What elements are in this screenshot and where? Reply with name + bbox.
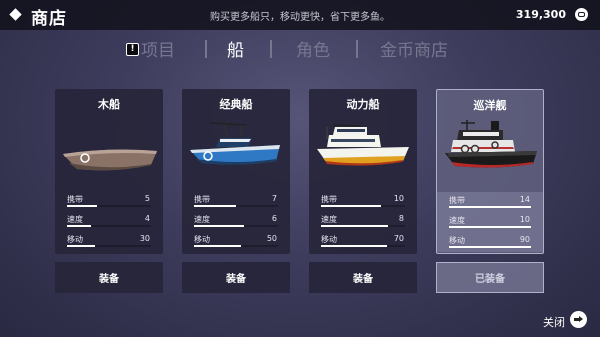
- stat-row-speed: 速度 8: [309, 211, 417, 231]
- stat-value: 50: [266, 234, 277, 243]
- stat-value: 30: [139, 234, 150, 243]
- tab-boats[interactable]: 船: [227, 36, 244, 61]
- stat-bar: [67, 245, 151, 247]
- stat-label: 移动: [321, 235, 337, 244]
- stat-value: 7: [271, 194, 277, 203]
- boat-stats: 携带 5 速度 4 移动 30: [55, 191, 163, 251]
- stat-value: 90: [519, 235, 530, 244]
- shop-subtitle: 购买更多船只，移动更快，省下更多鱼。: [210, 12, 390, 23]
- stat-bar-fill: [321, 205, 381, 207]
- top-bar: 商店 购买更多船只，移动更快，省下更多鱼。 319,300: [0, 0, 600, 30]
- power-boat-image: [317, 124, 409, 166]
- stat-row-carry: 携带 14: [437, 192, 543, 212]
- stat-bar: [321, 205, 405, 207]
- stat-bar: [449, 206, 531, 208]
- stat-bar: [67, 225, 151, 227]
- stat-row-speed: 速度 10: [437, 212, 543, 232]
- equipped-button[interactable]: 已装备: [436, 262, 544, 293]
- tab-items[interactable]: 项目: [141, 36, 175, 61]
- wooden-boat-image: [63, 149, 157, 171]
- boat-card-classic[interactable]: 经典船 携带 7 速度 6 移动 50: [182, 89, 290, 254]
- stat-bar-fill: [194, 205, 236, 207]
- stat-label: 速度: [194, 215, 210, 224]
- boat-name: 巡洋舰: [473, 99, 507, 112]
- stat-bar: [321, 225, 405, 227]
- stat-bar: [194, 245, 278, 247]
- stat-value: 14: [519, 195, 530, 204]
- stat-label: 携带: [194, 195, 210, 204]
- stat-bar-fill: [449, 246, 531, 248]
- stat-row-move: 移动 70: [309, 231, 417, 251]
- boat-name: 木船: [98, 98, 120, 111]
- boat-stats: 携带 10 速度 8 移动 70: [309, 191, 417, 251]
- stat-bar-fill: [321, 225, 389, 227]
- stat-bar: [449, 246, 531, 248]
- stat-label: 速度: [449, 216, 465, 225]
- boat-card-wooden[interactable]: 木船 携带 5 速度 4 移动 30: [55, 89, 163, 254]
- stat-label: 移动: [67, 235, 83, 244]
- stat-label: 移动: [449, 236, 465, 245]
- tab-divider: [356, 40, 358, 58]
- stat-value: 70: [393, 234, 404, 243]
- stat-bar: [194, 225, 278, 227]
- stat-row-speed: 速度 4: [55, 211, 163, 231]
- stat-row-move: 移动 50: [182, 231, 290, 251]
- stat-bar: [67, 205, 151, 207]
- coin-balance: 319,300: [515, 8, 566, 21]
- stat-label: 携带: [449, 196, 465, 205]
- stat-bar-fill: [67, 205, 98, 207]
- alert-badge-icon: !: [126, 43, 139, 56]
- stat-label: 速度: [67, 215, 83, 224]
- stat-bar-fill: [194, 225, 245, 227]
- equip-button[interactable]: 装备: [309, 262, 417, 293]
- stat-row-carry: 携带 7: [182, 191, 290, 211]
- boat-name: 经典船: [219, 98, 253, 111]
- stat-bar-fill: [67, 245, 95, 247]
- stat-label: 携带: [321, 195, 337, 204]
- stat-bar: [449, 226, 531, 228]
- stat-bar-fill: [194, 245, 242, 247]
- stat-value: 4: [144, 214, 150, 223]
- stat-label: 速度: [321, 215, 337, 224]
- stat-bar-fill: [449, 206, 531, 208]
- stat-row-move: 移动 90: [437, 232, 543, 252]
- boat-card-power[interactable]: 动力船 携带 10 速度 8 移动 70: [309, 89, 417, 254]
- shop-tabs: ! 项目 船 角色 金币商店: [0, 34, 600, 64]
- stat-bar: [194, 205, 278, 207]
- boat-card-cruiser[interactable]: 巡洋舰 携带 14 速度 10 移动 90: [436, 89, 544, 254]
- tab-divider: [270, 40, 272, 58]
- stat-row-move: 移动 30: [55, 231, 163, 251]
- boat-stats: 携带 7 速度 6 移动 50: [182, 191, 290, 251]
- equip-button[interactable]: 装备: [182, 262, 290, 293]
- stat-bar-fill: [321, 245, 387, 247]
- stat-row-speed: 速度 6: [182, 211, 290, 231]
- stat-row-carry: 携带 5: [55, 191, 163, 211]
- tab-coin-shop[interactable]: 金币商店: [380, 36, 448, 61]
- stat-row-carry: 携带 10: [309, 191, 417, 211]
- tab-divider: [205, 40, 207, 58]
- stat-value: 10: [519, 215, 530, 224]
- classic-boat-image: [190, 122, 280, 165]
- stat-value: 5: [144, 194, 150, 203]
- equip-button[interactable]: 装备: [55, 262, 163, 293]
- stat-bar-fill: [67, 225, 92, 227]
- stat-bar: [321, 245, 405, 247]
- tab-characters[interactable]: 角色: [296, 36, 330, 61]
- arrow-right-icon[interactable]: [570, 311, 587, 328]
- stat-label: 携带: [67, 195, 83, 204]
- stat-label: 移动: [194, 235, 210, 244]
- cruiser-boat-image: [445, 120, 537, 168]
- boat-stats: 携带 14 速度 10 移动 90: [437, 192, 543, 252]
- stat-value: 8: [398, 214, 404, 223]
- coin-icon: [575, 8, 588, 21]
- stat-value: 10: [393, 194, 404, 203]
- close-label: 关闭: [543, 316, 565, 329]
- boat-name: 动力船: [346, 98, 380, 111]
- stat-bar-fill: [449, 226, 531, 228]
- stat-value: 6: [271, 214, 277, 223]
